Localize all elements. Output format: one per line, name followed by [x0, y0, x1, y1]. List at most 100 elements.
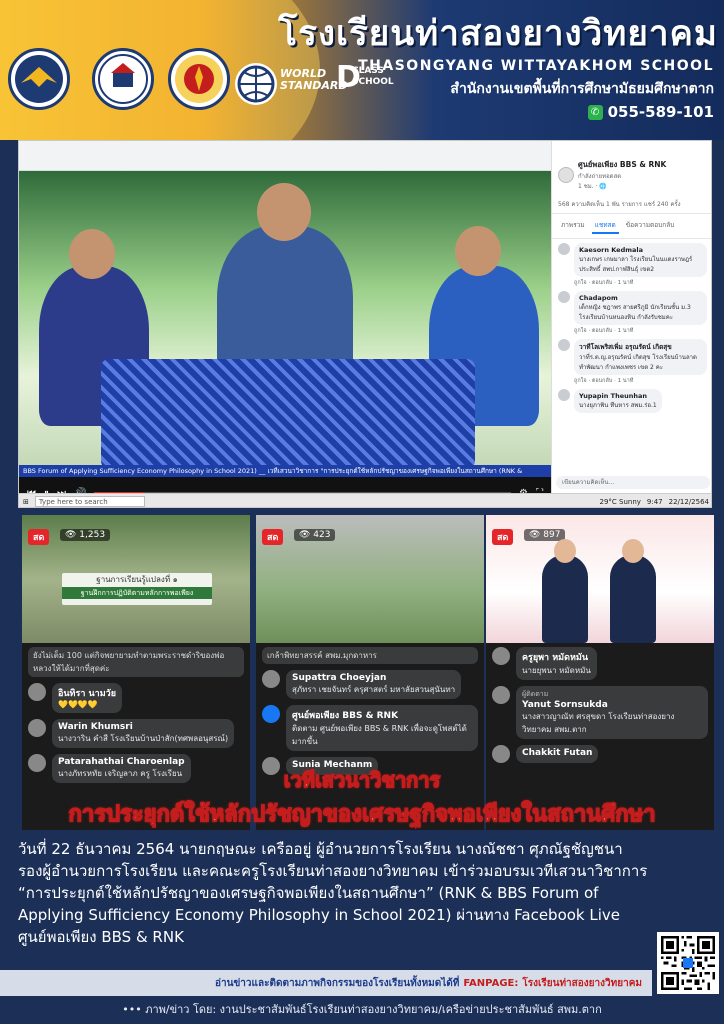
comment-author[interactable]: Chadapom: [579, 294, 702, 302]
tab-live-chat[interactable]: แชทสด: [591, 218, 619, 234]
live-badge: สด: [262, 529, 284, 545]
view-count: 👁 1,253: [60, 529, 111, 541]
comment-bubble: วาทีโลเพริสเพิ่ม อรุณรัตน์ เกิดสุข วาที่…: [574, 339, 707, 375]
list-item: ครูยุพา หมัดหมันนายยุพนา หมัดหมัน: [492, 647, 708, 680]
fb-stats: 568 ความคิดเห็น 1 พัน รายการ แชร์ 240 คร…: [552, 195, 711, 214]
news-body: วันที่ 22 ธันวาคม 2564 นายกฤษณะ เครืออยู…: [18, 838, 690, 948]
avatar[interactable]: [558, 389, 570, 401]
header-banner: WORLD STANDARD D CLASS SCHOOL โรงเรียนท่…: [0, 0, 724, 140]
body-line: วันที่ 22 ธันวาคม 2564 นายกฤษณะ เครืออยู…: [18, 840, 623, 858]
speaker-right-head: [455, 226, 501, 276]
comment-text: ติดตาม ศูนย์พอเพียง BBS & RNK เพื่อจะดูโ…: [292, 724, 467, 746]
comment-actions[interactable]: ถูกใจ · ตอบกลับ · 1 นาที: [552, 327, 711, 335]
list-item: ศูนย์พอเพียง BBS & RNK ติดตาม ศูนย์พอเพีย…: [262, 705, 478, 751]
panel-2-image: สด 👁 423: [256, 515, 484, 643]
video-player[interactable]: BBS Forum of Applying Sufficiency Econom…: [19, 171, 551, 507]
comment-text: นางเกษร เกษมาลา โรงเรียนโนนแดงราษฎร์ประส…: [579, 256, 693, 273]
list-item: Supattra Choeyjan สุภัทรา เชยจันทร์ ครุศา…: [262, 670, 478, 699]
comment-author[interactable]: วาทีโลเพริสเพิ่ม อรุณรัตน์ เกิดสุข: [579, 342, 702, 352]
comment-bubble: ครูยุพา หมัดหมันนายยุพนา หมัดหมัน: [516, 647, 597, 680]
fanpage-text: อ่านข่าวและติดตามภาพกิจกรรมของโรงเรียนทั…: [215, 977, 460, 989]
comment-actions[interactable]: ถูกใจ · ตอบกลับ · 1 นาที: [552, 279, 711, 287]
learning-station-sign: ฐานการเรียนรู้แปลงที่ ๑ ฐานฝึกการปฏิบัติ…: [62, 573, 212, 605]
comment-text: สุภัทรา เชยจันทร์ ครุศาสตร์ มหาลัยสวนสุน…: [292, 685, 456, 694]
avatar[interactable]: [558, 339, 570, 351]
comment-bubble: อินทิรา นามวัย 💛💛💛💛: [52, 683, 122, 713]
view-count-value: 897: [543, 530, 561, 540]
avatar[interactable]: [492, 686, 510, 704]
avatar[interactable]: [28, 719, 46, 737]
comment-author[interactable]: ครูยุพา หมัดหมัน: [522, 650, 591, 664]
comment-author[interactable]: อินทิรา นามวัย: [58, 686, 116, 700]
comment-author[interactable]: Chakkit Futan: [522, 748, 592, 758]
avatar[interactable]: [28, 683, 46, 701]
fb-page-name[interactable]: ศูนย์พอเพียง BBS & RNK: [578, 159, 666, 171]
weather-text: 29°C Sunny: [599, 497, 641, 506]
comment-author[interactable]: Yanut Sornsukda: [522, 700, 702, 710]
avatar[interactable]: [492, 647, 510, 665]
comment-author[interactable]: Warin Khumsri: [58, 722, 228, 732]
facebook-live-panel: ศูนย์พอเพียง BBS & RNK กำลังถ่ายทอดสด 1 …: [551, 141, 711, 493]
tab-replies[interactable]: ข้อความตอบกลับ: [623, 218, 678, 234]
comment-bubble: Kaesorn Kedmala นางเกษร เกษมาลา โรงเรียน…: [574, 243, 707, 277]
phone-contact: ✆ 055-589-101: [587, 103, 714, 121]
panel-1-image: สด 👁 1,253 ฐานการเรียนรู้แปลงที่ ๑ ฐานฝึ…: [22, 515, 250, 643]
list-item: Chakkit Futan: [492, 745, 708, 763]
list-item: อินทิรา นามวัย 💛💛💛💛: [28, 683, 244, 713]
live-badge: สด: [492, 529, 514, 545]
fb-page-sub: กำลังถ่ายทอดสด: [578, 173, 622, 180]
blue-table: [101, 359, 475, 465]
avatar[interactable]: [492, 745, 510, 763]
fanpage-link[interactable]: โรงเรียนท่าสองยางวิทยาคม: [522, 976, 642, 991]
body-line: รองผู้อำนวยการโรงเรียน และคณะครูโรงเรียน…: [18, 862, 648, 880]
list-item: Warin Khumsri นางวาริน คำสี โรงเรียนบ้านป…: [28, 719, 244, 748]
fanpage-label: FANPAGE:: [463, 977, 519, 989]
presenter-right-head: [622, 539, 644, 563]
comment-bubble: Chakkit Futan: [516, 745, 599, 763]
comment-text: เกล้าพิทยาสรรค์ สพม.มุกดาหาร: [262, 647, 478, 664]
presenter-right: [610, 539, 656, 643]
comment-text: ยังไม่เต็ม 100 แต่กิจพยายามทำตามพระราชดำ…: [28, 647, 244, 677]
presenter-left-head: [554, 539, 576, 563]
livestream-screenshot: BBS Forum of Applying Sufficiency Econom…: [18, 140, 712, 508]
speaker-center-head: [257, 183, 311, 241]
comment-text: นางยุภาพิน ทืนหาร สพม.ร่อ.1: [579, 402, 657, 409]
school-logo-3: [168, 48, 230, 110]
presenter-left: [542, 539, 588, 643]
comment-author[interactable]: Kaesorn Kedmala: [579, 246, 702, 254]
sign-subtitle: ฐานฝึกการปฏิบัติตามหลักการพอเพียง: [62, 587, 212, 599]
school-logo-1: [8, 48, 70, 110]
school-logo-2: [92, 48, 154, 110]
comment-text: นายยุพนา หมัดหมัน: [522, 666, 591, 675]
avatar[interactable]: [558, 243, 570, 255]
qr-code[interactable]: [657, 932, 719, 994]
view-count-value: 1,253: [79, 530, 106, 540]
comment-author[interactable]: Supattra Choeyjan: [292, 673, 455, 683]
comment-author[interactable]: Yupapin Theunhan: [579, 392, 657, 400]
comment-text: เด็กหญิง ชฎาพร สายศรีภูมิ นักเรียนชั้น ม…: [579, 304, 691, 321]
fb-comment-input[interactable]: เขียนความคิดเห็น...: [556, 476, 710, 489]
sign-title: ฐานการเรียนรู้แปลงที่ ๑: [96, 575, 178, 584]
tab-overview[interactable]: ภาพรวม: [558, 218, 588, 234]
fb-tabs: ภาพรวม แชทสด ข้อความตอบกลับ: [552, 214, 711, 239]
avatar[interactable]: [262, 705, 280, 723]
video-caption: BBS Forum of Applying Sufficiency Econom…: [19, 465, 551, 477]
world-class-text-4: SCHOOL: [352, 77, 394, 87]
body-line: Applying Sufficiency Economy Philosophy …: [18, 906, 621, 924]
fb-page-avatar[interactable]: [558, 167, 574, 183]
avatar[interactable]: [262, 670, 280, 688]
phone-icon: ✆: [587, 104, 603, 120]
fb-comment: วาทีโลเพริสเพิ่ม อรุณรัตน์ เกิดสุข วาที่…: [552, 335, 711, 379]
comment-actions[interactable]: ถูกใจ · ตอบกลับ · 1 นาที: [552, 377, 711, 385]
comment-bubble: Warin Khumsri นางวาริน คำสี โรงเรียนบ้านป…: [52, 719, 235, 748]
taskbar-search-input[interactable]: Type here to search: [34, 496, 145, 507]
comment-text: 💛💛💛💛: [58, 700, 98, 709]
avatar[interactable]: [558, 291, 570, 303]
comment-bubble: Supattra Choeyjan สุภัทรา เชยจันทร์ ครุศา…: [286, 670, 462, 699]
comment-author[interactable]: ศูนย์พอเพียง BBS & RNK: [292, 708, 472, 722]
comment-bubble: Chadapom เด็กหญิง ชฎาพร สายศรีภูมิ นักเร…: [574, 291, 707, 325]
live-badge: สด: [28, 529, 50, 545]
phone-number: 055-589-101: [607, 103, 714, 121]
windows-start-icon[interactable]: ⊞: [23, 498, 29, 506]
body-line: “การประยุกต์ใช้หลักปรัชญาของเศรษฐกิจพอเพ…: [18, 884, 599, 902]
